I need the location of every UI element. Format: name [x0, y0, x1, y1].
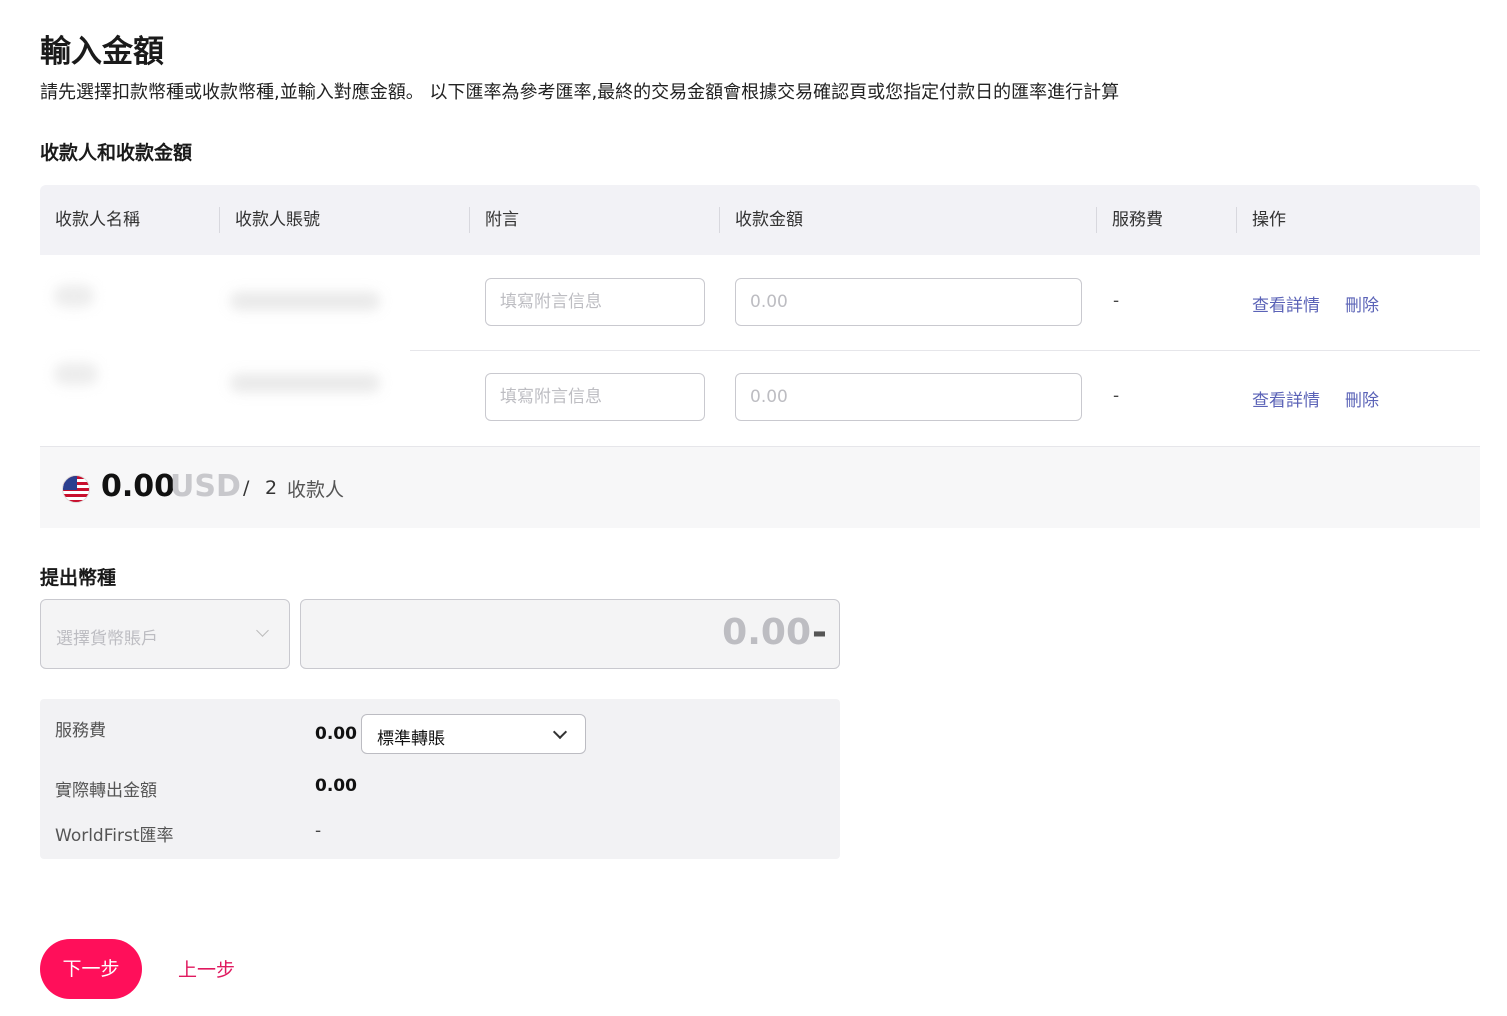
withdraw-amount-value: 0.00 [722, 612, 811, 653]
previous-link[interactable]: 上一步 [178, 955, 235, 982]
actual-amount-label: 實際轉出金額 [55, 781, 157, 801]
column-header-actions: 操作 [1252, 210, 1286, 230]
transfer-type-value: 標準轉賬 [377, 729, 445, 749]
column-divider [719, 207, 720, 233]
column-divider [469, 207, 470, 233]
total-amount: 0.00 [101, 469, 176, 504]
view-details-link[interactable]: 查看詳情 [1252, 386, 1320, 411]
payee-count: 2 [265, 477, 278, 499]
column-header-remark: 附言 [485, 210, 519, 230]
amount-input[interactable]: 0.00 [735, 373, 1082, 421]
chevron-down-icon [256, 624, 269, 637]
column-header-payee-name: 收款人名稱 [55, 210, 140, 230]
next-button[interactable]: 下一步 [40, 939, 142, 999]
withdraw-currency-suffix: - [812, 612, 827, 653]
payees-table: 收款人名稱 收款人賬號 附言 收款金額 服務費 操作 填寫附言信息 0.00 -… [40, 185, 1480, 447]
withdraw-section-title: 提出幣種 [40, 567, 117, 589]
transfer-type-select[interactable]: 標準轉賬 [361, 714, 586, 754]
currency-account-placeholder: 選擇貨幣賬戶 [56, 629, 158, 649]
service-fee-value: - [1113, 291, 1120, 311]
column-header-amount: 收款金額 [735, 210, 803, 230]
column-divider [1236, 207, 1237, 233]
remark-input[interactable]: 填寫附言信息 [485, 373, 705, 421]
column-divider [1096, 207, 1097, 233]
column-header-fee: 服務費 [1112, 210, 1163, 230]
fee-summary-panel: 服務費 0.00 標準轉賬 實際轉出金額 0.00 WorldFirst匯率 - [40, 699, 840, 859]
withdraw-amount-field[interactable]: 0.00 - [300, 599, 840, 669]
view-details-link[interactable]: 查看詳情 [1252, 291, 1320, 316]
delete-link[interactable]: 刪除 [1345, 291, 1379, 316]
chevron-down-icon [552, 724, 568, 740]
service-fee-amount: 0.00 [315, 724, 357, 744]
currency-account-select[interactable]: 選擇貨幣賬戶 [40, 599, 290, 669]
exchange-rate-label: WorldFirst匯率 [55, 826, 174, 846]
delete-link[interactable]: 刪除 [1345, 386, 1379, 411]
column-divider [219, 207, 220, 233]
redaction-overlay [40, 351, 410, 447]
actual-amount-value: 0.00 [315, 776, 357, 796]
table-header: 收款人名稱 收款人賬號 附言 收款金額 服務費 操作 [40, 185, 1480, 255]
total-currency: USD [170, 469, 241, 504]
column-header-payee-account: 收款人賬號 [235, 210, 320, 230]
summary-separator: / [243, 477, 250, 499]
redaction-overlay [40, 255, 410, 351]
exchange-rate-value: - [315, 821, 322, 841]
amount-input[interactable]: 0.00 [735, 278, 1082, 326]
service-fee-value: - [1113, 386, 1120, 406]
payees-section-title: 收款人和收款金額 [40, 142, 193, 164]
service-fee-label: 服務費 [55, 721, 106, 741]
table-row: 填寫附言信息 0.00 - 查看詳情 刪除 [40, 351, 1480, 447]
us-flag-icon [62, 475, 90, 503]
payee-count-label: 收款人 [287, 479, 345, 501]
page-title: 輸入金額 [40, 34, 164, 70]
payees-summary: 0.00 USD / 2 收款人 [40, 446, 1480, 528]
remark-input[interactable]: 填寫附言信息 [485, 278, 705, 326]
page-description: 請先選擇扣款幣種或收款幣種,並輸入對應金額。 以下匯率為參考匯率,最終的交易金額… [40, 82, 1120, 103]
table-row: 填寫附言信息 0.00 - 查看詳情 刪除 [40, 255, 1480, 351]
